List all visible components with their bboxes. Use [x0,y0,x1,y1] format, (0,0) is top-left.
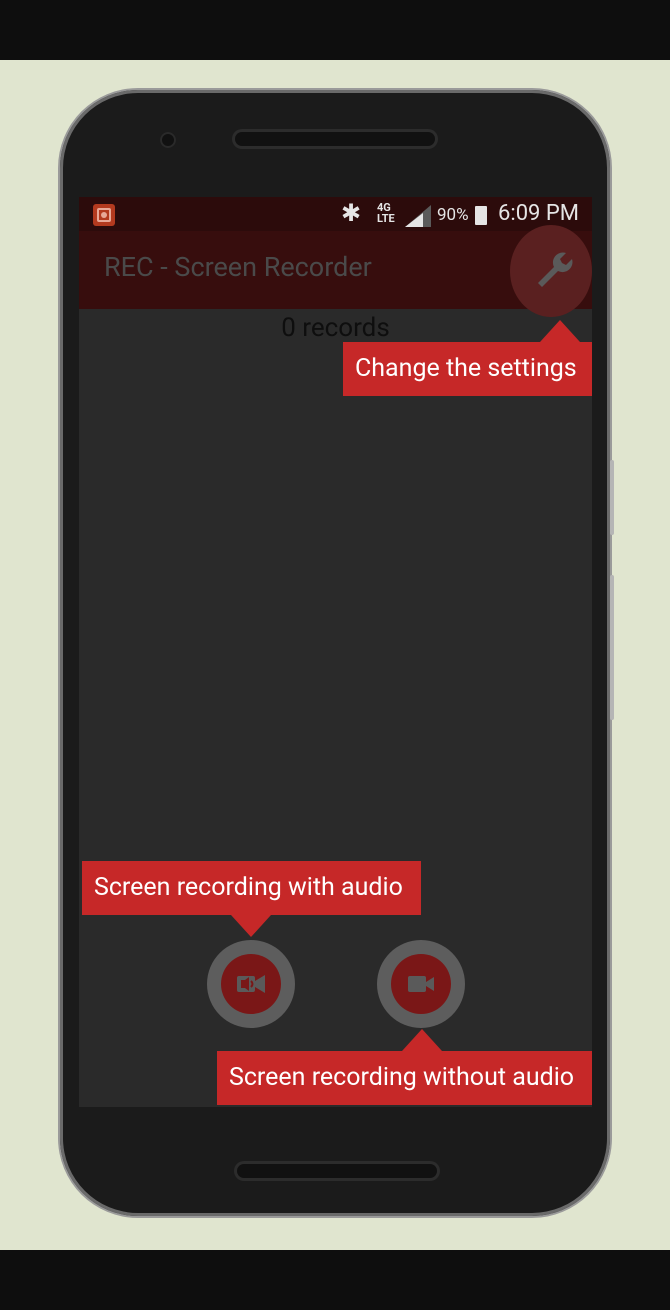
wrench-icon [538,252,573,287]
tooltip-arrow-with-audio [231,915,271,937]
volume-button [610,575,614,720]
battery-percent: 90% [437,205,469,225]
app-title: REC - Screen Recorder [104,251,372,283]
front-camera [160,132,176,148]
tooltip-arrow-without-audio [402,1029,442,1051]
status-bar: ✱ 4G LTE 90% 6:09 PM [79,197,592,231]
tooltip-arrow-settings [540,320,580,342]
records-count: 0 records [281,313,390,343]
bluetooth-icon: ✱ [341,199,362,227]
tooltip-record-without-audio: Screen recording without audio [217,1051,592,1105]
video-camera-icon [408,976,434,992]
tooltip-settings: Change the settings [343,342,592,396]
4g-lte-icon: 4G LTE [377,201,395,225]
power-button [610,460,614,535]
record-with-audio-button[interactable] [207,940,295,1028]
video-audio-icon [237,975,265,993]
bottom-speaker [237,1164,437,1178]
record-without-audio-button[interactable] [377,940,465,1028]
screen-recorder-notification-icon [93,204,115,226]
signal-icon [405,205,431,227]
clock: 6:09 PM [498,201,579,226]
tooltip-record-with-audio: Screen recording with audio [82,861,421,915]
top-speaker [235,132,435,146]
settings-button[interactable] [510,225,592,317]
battery-icon [475,206,487,225]
phone-screen: ✱ 4G LTE 90% 6:09 PM REC - Screen Recorde… [79,197,592,1107]
